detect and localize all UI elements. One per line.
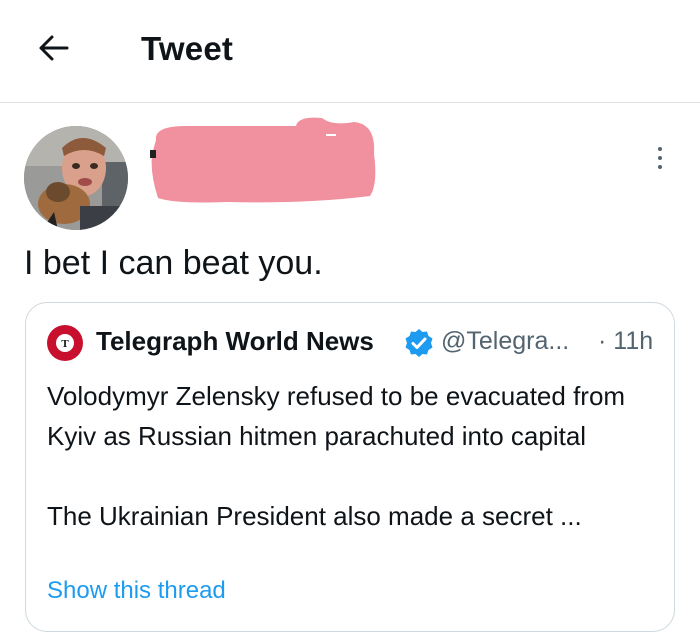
tweet-text: I bet I can beat you. <box>24 244 323 282</box>
quoted-text-line2: The Ukrainian President also made a secr… <box>47 501 582 531</box>
show-thread-link[interactable]: Show this thread <box>47 577 226 605</box>
avatar-photo <box>24 126 128 230</box>
telegraph-logo-icon: T <box>47 325 83 361</box>
verified-badge-icon <box>405 329 433 357</box>
more-vertical-icon[interactable] <box>655 146 665 170</box>
top-header: Tweet <box>0 0 700 103</box>
redacted-username <box>150 117 376 203</box>
quoted-tweet-body: Volodymyr Zelensky refused to be evacuat… <box>47 376 657 536</box>
page-title: Tweet <box>141 30 234 67</box>
quoted-author-handle[interactable]: @Telegra... <box>441 327 569 356</box>
avatar[interactable] <box>24 126 128 230</box>
quoted-author-name[interactable]: Telegraph World News <box>96 326 374 357</box>
svg-text:T: T <box>61 338 69 350</box>
quoted-text-line1: Volodymyr Zelensky refused to be evacuat… <box>47 381 626 451</box>
arrow-left-icon[interactable] <box>36 30 72 66</box>
quoted-timestamp[interactable]: · 11h <box>598 327 653 356</box>
